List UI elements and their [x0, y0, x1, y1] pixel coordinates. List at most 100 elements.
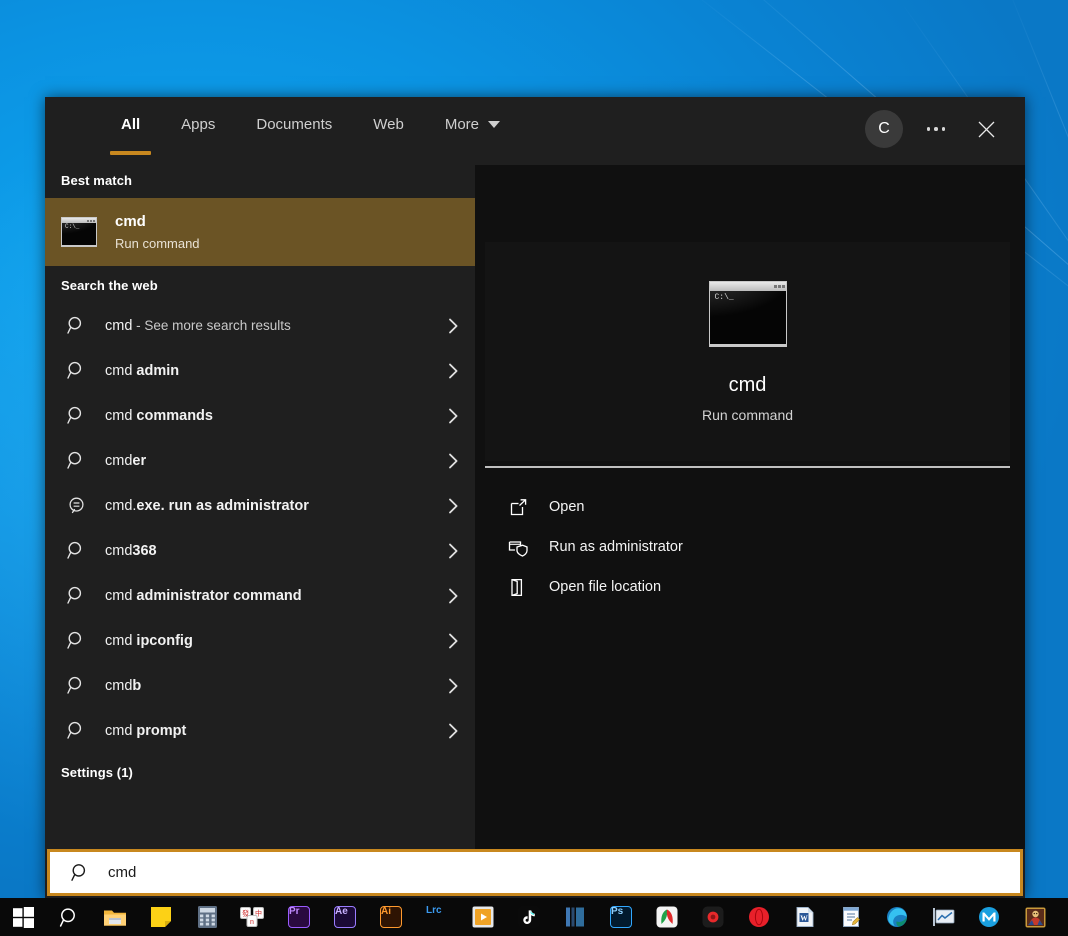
taskbar-lightroom-classic[interactable]: Lrc: [414, 898, 460, 936]
web-result-label: cmd - See more search results: [105, 317, 291, 334]
windows-search-flyout: All Apps Documents Web More C Best match…: [45, 97, 1025, 898]
cmd-console-icon-large: C:\_: [708, 280, 787, 347]
web-result-row[interactable]: cmd commands: [45, 393, 475, 438]
taskbar-wordpad[interactable]: [828, 898, 874, 936]
search-input-bar[interactable]: cmd: [47, 849, 1023, 896]
chevron-right-icon[interactable]: [445, 318, 461, 334]
action-open-label: Open: [549, 499, 585, 515]
taskbar-file-explorer[interactable]: [92, 898, 138, 936]
action-run-as-administrator[interactable]: Run as administrator: [503, 527, 1005, 567]
taskbar-tiktok[interactable]: [506, 898, 552, 936]
media-player-icon: [472, 906, 494, 928]
chevron-right-icon[interactable]: [445, 408, 461, 424]
best-match-row[interactable]: C:\_ cmd Run command: [45, 198, 475, 266]
taskbar-opera[interactable]: [736, 898, 782, 936]
web-result-row[interactable]: cmd368: [45, 528, 475, 573]
web-result-label: cmdb: [105, 677, 142, 694]
preview-card: C:\_ cmd Run command: [485, 242, 1010, 461]
more-options-button[interactable]: [913, 107, 959, 151]
header-actions: C: [865, 107, 1009, 151]
taskbar-chart-app[interactable]: [920, 898, 966, 936]
taskbar-mega[interactable]: [966, 898, 1012, 936]
web-result-label: cmd administrator command: [105, 587, 302, 604]
tab-active-underline: [110, 151, 152, 155]
search-body: Best match C:\_ cmd Run command Search t…: [45, 165, 1025, 849]
results-column: Best match C:\_ cmd Run command Search t…: [45, 165, 475, 849]
action-open[interactable]: Open: [503, 487, 1005, 527]
preview-divider: [485, 466, 1010, 468]
close-button[interactable]: [963, 107, 1009, 151]
tab-web[interactable]: Web: [362, 97, 415, 151]
chevron-right-icon[interactable]: [445, 678, 461, 694]
web-result-label: cmder: [105, 452, 147, 469]
chevron-right-icon[interactable]: [445, 588, 461, 604]
taskbar-camtasia[interactable]: [644, 898, 690, 936]
action-run-as-administrator-label: Run as administrator: [549, 539, 683, 555]
windows-logo-icon: [12, 906, 34, 928]
folder-open-icon: [503, 578, 533, 597]
tab-more[interactable]: More: [434, 97, 511, 151]
web-result-label: cmd admin: [105, 362, 180, 379]
taskbar-blue-bars-app[interactable]: [552, 898, 598, 936]
taskbar-game-app[interactable]: [1012, 898, 1058, 936]
camtasia-icon: [656, 906, 678, 928]
web-result-label: cmd.exe. run as administrator: [105, 497, 309, 514]
calculator-icon: [197, 906, 217, 928]
web-results-list: cmd - See more search results cmd admin cm…: [45, 303, 475, 753]
cmd-console-icon: C:\_: [61, 217, 97, 247]
preview-column: C:\_ cmd Run command Open Run as adminis…: [475, 165, 1025, 849]
taskbar-premiere-pro[interactable]: Pr: [276, 898, 322, 936]
search-icon: [61, 541, 91, 560]
web-result-row[interactable]: cmd.exe. run as administrator: [45, 483, 475, 528]
taskbar-search-button[interactable]: [46, 898, 92, 936]
taskbar-mahjong[interactable]: 發 中 n: [230, 898, 276, 936]
best-match-text: cmd Run command: [115, 213, 200, 251]
chevron-right-icon[interactable]: [445, 363, 461, 379]
taskbar-recorder-app[interactable]: [690, 898, 736, 936]
action-open-file-location[interactable]: Open file location: [503, 567, 1005, 607]
chevron-right-icon[interactable]: [445, 453, 461, 469]
chart-monitor-icon: [932, 908, 954, 926]
web-result-row[interactable]: cmder: [45, 438, 475, 483]
tab-all[interactable]: All: [110, 97, 152, 155]
web-result-row[interactable]: cmdb: [45, 663, 475, 708]
web-result-row[interactable]: cmd ipconfig: [45, 618, 475, 663]
taskbar-word[interactable]: W: [782, 898, 828, 936]
shield-window-icon: [503, 538, 533, 557]
folder-icon: [104, 910, 126, 926]
chevron-right-icon[interactable]: [445, 723, 461, 739]
premiere-pro-icon: Pr: [288, 906, 310, 928]
best-match-subtitle: Run command: [115, 235, 200, 251]
start-button[interactable]: [0, 898, 46, 936]
search-input-value[interactable]: cmd: [108, 864, 136, 881]
search-icon: [59, 907, 75, 927]
taskbar-calculator[interactable]: [184, 898, 230, 936]
settings-heading: Settings (1): [61, 765, 133, 780]
web-result-row[interactable]: cmd administrator command: [45, 573, 475, 618]
best-match-title: cmd: [115, 213, 146, 231]
taskbar-after-effects[interactable]: Ae: [322, 898, 368, 936]
open-external-icon: [503, 498, 533, 517]
tab-web-label: Web: [373, 115, 404, 133]
web-result-row[interactable]: cmd admin: [45, 348, 475, 393]
preview-subtitle: Run command: [701, 406, 794, 423]
chevron-right-icon[interactable]: [445, 543, 461, 559]
web-result-row[interactable]: cmd - See more search results: [45, 303, 475, 348]
avatar[interactable]: C: [865, 110, 903, 148]
taskbar-sticky-notes[interactable]: [138, 898, 184, 936]
web-result-row[interactable]: cmd prompt: [45, 708, 475, 753]
svg-text:W: W: [800, 913, 808, 922]
search-icon: [61, 631, 91, 650]
tab-all-label: All: [121, 115, 141, 133]
chevron-right-icon[interactable]: [445, 498, 461, 514]
search-icon: [61, 361, 91, 380]
best-match-heading: Best match: [61, 173, 133, 188]
taskbar-photoshop[interactable]: Ps: [598, 898, 644, 936]
chevron-right-icon[interactable]: [445, 633, 461, 649]
tab-documents[interactable]: Documents: [245, 97, 343, 151]
taskbar-media-player[interactable]: [460, 898, 506, 936]
tab-apps[interactable]: Apps: [170, 97, 226, 151]
search-the-web-heading: Search the web: [61, 278, 158, 293]
taskbar-illustrator[interactable]: Ai: [368, 898, 414, 936]
taskbar-edge[interactable]: [874, 898, 920, 936]
